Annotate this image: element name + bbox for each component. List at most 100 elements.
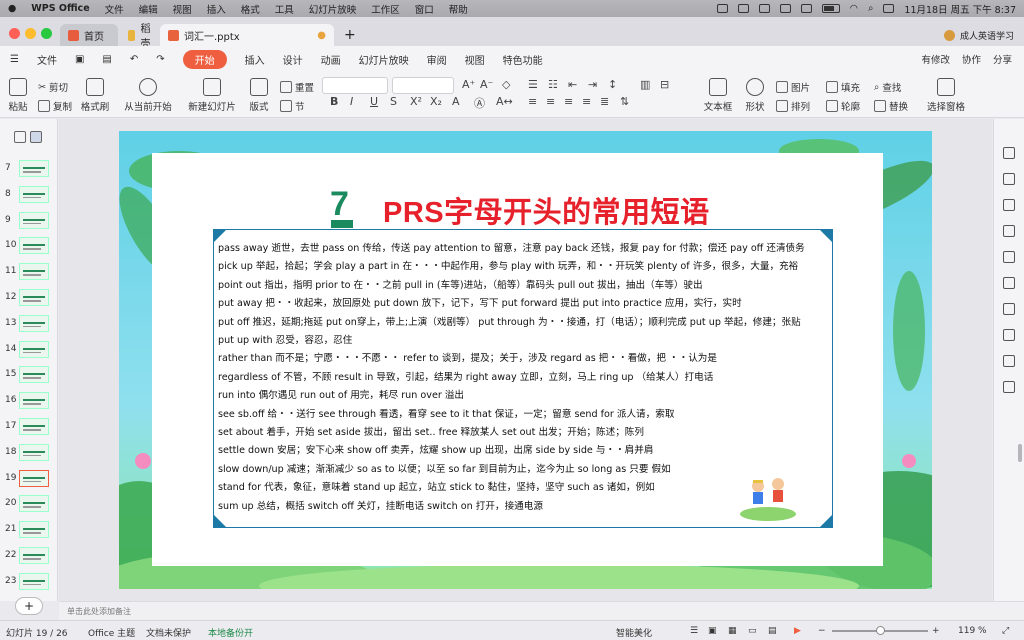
tab-view[interactable]: 视图	[465, 52, 485, 67]
tab-insert[interactable]: 插入	[245, 52, 265, 67]
menu-insert[interactable]: 插入	[207, 2, 226, 16]
slide-thumbnail[interactable]: 22	[0, 546, 58, 566]
slide-thumbnail[interactable]: 21	[0, 520, 58, 540]
format-painter-button[interactable]: 格式刷	[78, 78, 112, 113]
justify-icon[interactable]: ≡	[582, 95, 591, 108]
layers-icon[interactable]	[1003, 277, 1015, 289]
wifi-icon[interactable]: ◠	[850, 3, 858, 14]
tab-animation[interactable]: 动画	[321, 52, 341, 67]
slide-thumbnail[interactable]: 14	[0, 340, 58, 360]
slide-thumbnail[interactable]: 18	[0, 443, 58, 463]
menu-edit[interactable]: 编辑	[139, 2, 158, 16]
comment-icon[interactable]	[1003, 381, 1015, 393]
menu-view[interactable]: 视图	[173, 2, 192, 16]
menu-help[interactable]: 帮助	[449, 2, 468, 16]
add-slide-button[interactable]: +	[15, 597, 43, 615]
apple-icon[interactable]: ●	[8, 3, 16, 14]
zoom-window-button[interactable]	[41, 28, 52, 39]
new-tab-button[interactable]: +	[336, 24, 364, 46]
increase-font-icon[interactable]: A⁺	[462, 78, 475, 91]
slide-title[interactable]: PRS字母开头的常用短语	[383, 189, 710, 231]
tab-review[interactable]: 审阅	[427, 52, 447, 67]
redo-icon[interactable]: ↷	[156, 54, 164, 65]
slide-thumbnail[interactable]: 10	[0, 236, 58, 256]
print-icon[interactable]: ▤	[102, 54, 111, 65]
notes-toggle-icon[interactable]: ☰	[690, 626, 698, 636]
strikethrough-icon[interactable]: S	[390, 95, 397, 108]
layout-button[interactable]: 版式	[246, 78, 272, 113]
control-center-icon[interactable]	[883, 4, 895, 13]
spotlight-icon[interactable]: ⌕	[868, 3, 873, 14]
highlight-icon[interactable]: Ⓐ	[474, 95, 485, 111]
protect-status[interactable]: 文档未保护	[146, 626, 191, 639]
slide-thumbnail[interactable]: 13	[0, 314, 58, 334]
align-center-icon[interactable]: ≡	[546, 95, 555, 108]
fill-button[interactable]: 填充	[826, 80, 860, 94]
text-align-vertical-icon[interactable]: ⊟	[660, 78, 669, 91]
share-button[interactable]: 分享	[993, 52, 1012, 66]
sound-icon[interactable]	[800, 4, 812, 13]
slide-thumbnail[interactable]: 11	[0, 262, 58, 282]
slide-thumbnail[interactable]: 17	[0, 417, 58, 437]
font-family-select[interactable]	[322, 77, 388, 94]
wechat-tray-icon[interactable]	[737, 4, 749, 13]
replace-button[interactable]: 替换	[874, 99, 908, 113]
notes-pane[interactable]: 单击此处添加备注	[59, 601, 1024, 620]
normal-view-icon[interactable]: ▣	[708, 626, 717, 636]
menu-format[interactable]: 格式	[241, 2, 260, 16]
tab-features[interactable]: 特色功能	[503, 52, 543, 67]
cut-button[interactable]: ✂ 剪切	[38, 80, 68, 95]
align-right-icon[interactable]: ≡	[564, 95, 573, 108]
close-window-button[interactable]	[9, 28, 20, 39]
menu-file[interactable]: 文件	[105, 2, 124, 16]
tab-home[interactable]: 首页	[60, 24, 118, 46]
reset-button[interactable]: 重置	[280, 80, 314, 94]
shape-button[interactable]: 形状	[742, 78, 768, 113]
decrease-font-icon[interactable]: A⁻	[480, 78, 493, 91]
hamburger-icon[interactable]: ☰	[10, 54, 19, 65]
indent-increase-icon[interactable]: ⇥	[588, 78, 597, 91]
collaborate-button[interactable]: 协作	[962, 52, 981, 66]
history-icon[interactable]	[1003, 355, 1015, 367]
arrange-button[interactable]: 排列	[776, 99, 810, 113]
tab-design[interactable]: 设计	[283, 52, 303, 67]
tab-slideshow[interactable]: 幻灯片放映	[359, 52, 409, 67]
tab-start[interactable]: 开始	[182, 49, 227, 69]
tab-docer[interactable]: 稻壳	[120, 24, 162, 50]
slide-thumbnail[interactable]: 23	[0, 572, 58, 592]
minimize-window-button[interactable]	[25, 28, 36, 39]
copy-button[interactable]: 复制	[38, 99, 72, 113]
modified-status[interactable]: 有修改	[921, 52, 950, 66]
clock[interactable]: 11月18日 周五 下午 8:37	[904, 2, 1016, 16]
paste-button[interactable]: 粘贴	[6, 78, 30, 113]
backup-status[interactable]: 本地备份开	[208, 626, 253, 639]
vertical-scrollbar[interactable]	[1018, 444, 1022, 462]
pen-icon[interactable]	[1003, 329, 1015, 341]
zoom-level[interactable]: 119 %	[958, 626, 987, 636]
outline-button[interactable]: 轮廓	[826, 99, 860, 113]
textbox-button[interactable]: 文本框	[700, 78, 736, 113]
play-from-current-button[interactable]: 从当前开始	[120, 78, 176, 113]
char-spacing-icon[interactable]: A↔	[496, 95, 513, 108]
app-name[interactable]: WPS Office	[31, 3, 89, 14]
indent-decrease-icon[interactable]: ⇤	[568, 78, 577, 91]
columns-icon[interactable]: ▥	[640, 78, 650, 91]
text-direction-icon[interactable]: ⇅	[620, 95, 629, 108]
slide-sorter-icon[interactable]: ▦	[728, 626, 737, 636]
align-left-icon[interactable]: ≡	[528, 95, 537, 108]
zoom-out-button[interactable]: −	[818, 626, 826, 636]
slide-thumbnail[interactable]: 15	[0, 365, 58, 385]
distribute-icon[interactable]: ≣	[600, 95, 609, 108]
new-slide-button[interactable]: 新建幻灯片	[184, 78, 240, 113]
slide-thumbnail[interactable]: 7	[0, 159, 58, 179]
smart-beautify-button[interactable]: 智能美化	[616, 626, 652, 639]
font-color-icon[interactable]: A	[452, 95, 460, 108]
unsaved-dot-icon[interactable]: ●	[317, 30, 326, 41]
select-pane-button[interactable]: 选择窗格	[926, 78, 966, 113]
bullets-icon[interactable]: ☰	[528, 78, 538, 91]
presenter-icon[interactable]: ▤	[768, 626, 777, 636]
tab-document[interactable]: 词汇一.pptx ●	[160, 24, 334, 46]
superscript-icon[interactable]: X²	[410, 95, 422, 108]
brush-tool-icon[interactable]	[1003, 173, 1015, 185]
animation-pane-icon[interactable]	[1003, 225, 1015, 237]
